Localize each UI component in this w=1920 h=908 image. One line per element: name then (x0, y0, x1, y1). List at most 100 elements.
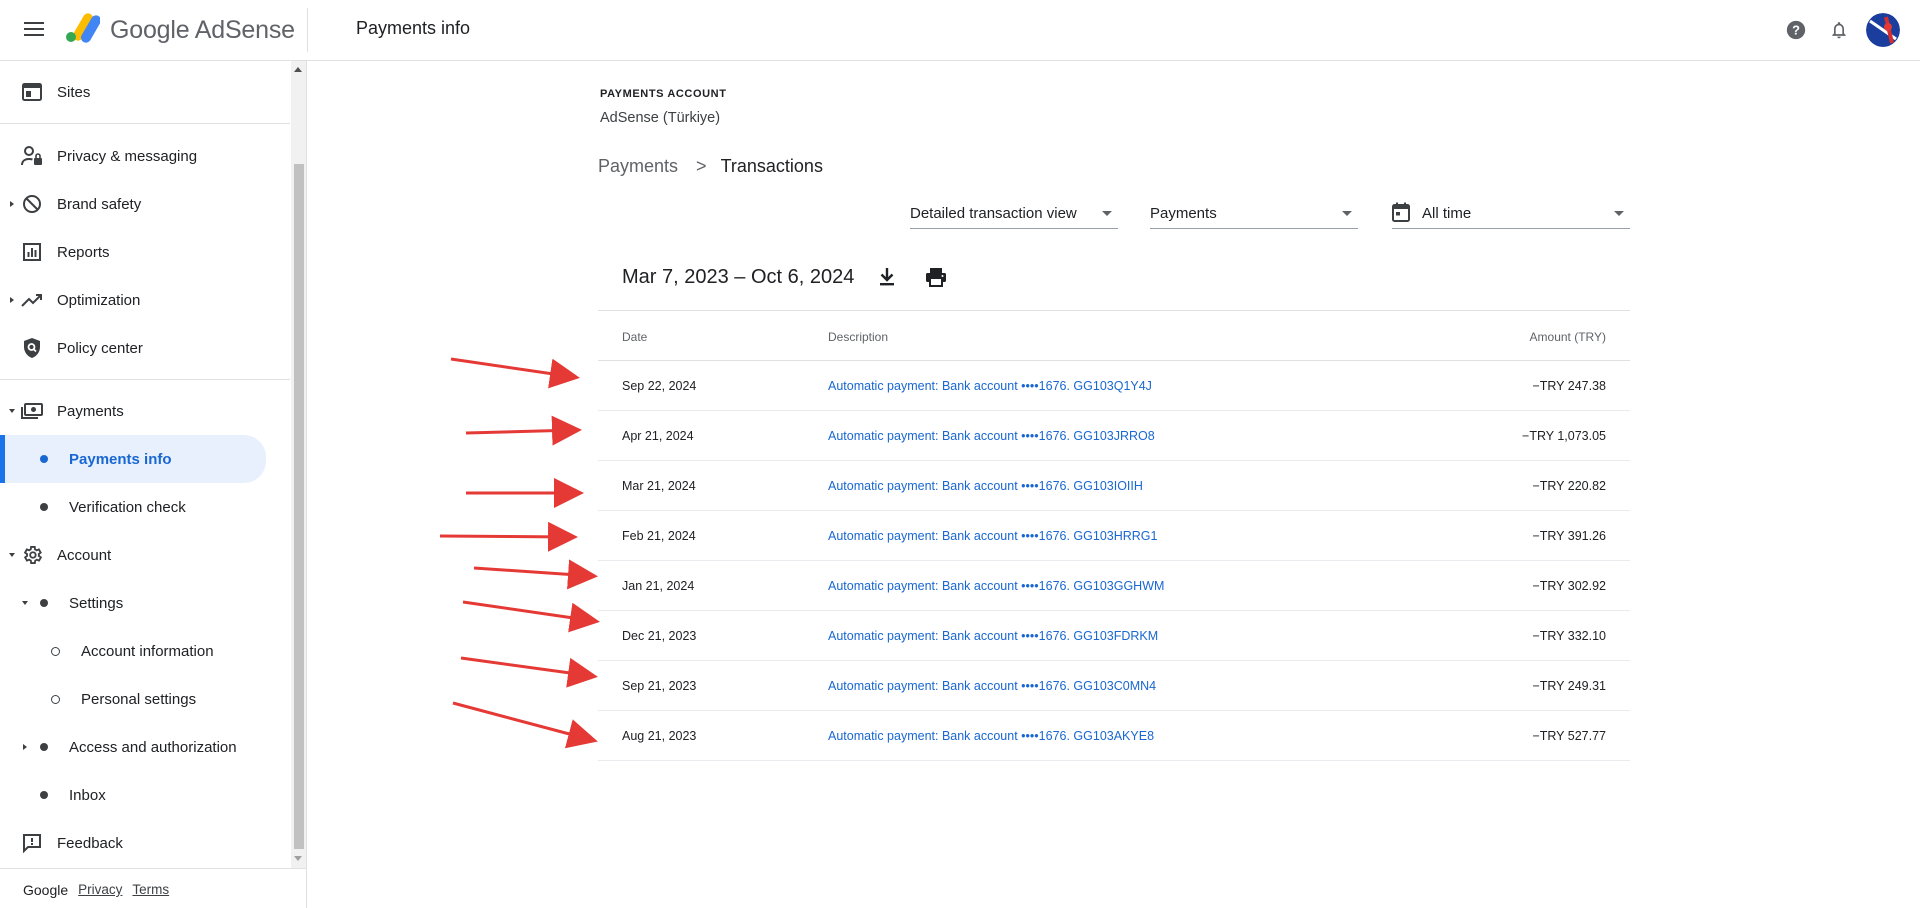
sidebar-item-account-information[interactable]: Account information (0, 629, 290, 673)
sidebar-item-label: Privacy & messaging (57, 147, 198, 165)
breadcrumb-separator: > (696, 156, 707, 176)
footer-brand: Google (23, 882, 69, 898)
row-description-link[interactable]: Automatic payment: Bank account ••••1676… (828, 629, 1158, 643)
table-row: Sep 22, 2024 Automatic payment: Bank acc… (598, 361, 1630, 411)
date-range-select[interactable]: All time (1392, 197, 1630, 229)
type-select-value: Payments (1150, 205, 1217, 222)
row-description-link[interactable]: Automatic payment: Bank account ••••1676… (828, 429, 1155, 443)
sidebar-item-account[interactable]: Account (0, 533, 290, 577)
sidebar-item-settings[interactable]: Settings (0, 581, 290, 625)
payments-icon (21, 400, 43, 422)
row-amount: −TRY 247.38 (1532, 379, 1606, 393)
privacy-link[interactable]: Privacy (78, 882, 122, 898)
scroll-down-arrow-icon[interactable] (294, 856, 302, 861)
row-date: Mar 21, 2024 (622, 479, 696, 493)
row-amount: −TRY 391.26 (1532, 529, 1606, 543)
page-title: Payments info (356, 18, 471, 38)
divider (0, 868, 307, 869)
expand-caret-icon[interactable] (10, 297, 14, 303)
sidebar-scrollbar-thumb[interactable] (294, 164, 304, 849)
download-icon[interactable] (878, 267, 896, 292)
ring-bullet-icon (51, 695, 60, 704)
divider (0, 379, 290, 380)
sidebar-item-label: Verification check (69, 498, 186, 516)
reports-icon (21, 241, 43, 263)
avatar[interactable] (1866, 13, 1900, 47)
sidebar-item-payments-info[interactable]: Payments info (0, 435, 266, 483)
expand-caret-icon[interactable] (23, 744, 27, 750)
sidebar-item-verification-check[interactable]: Verification check (0, 485, 290, 529)
breadcrumb-payments[interactable]: Payments (598, 156, 678, 177)
row-amount: −TRY 527.77 (1532, 729, 1606, 743)
bell-icon[interactable] (1826, 17, 1852, 43)
sidebar-item-label: Account (57, 546, 112, 564)
divider (0, 123, 290, 124)
sidebar-item-access-authorization[interactable]: Access and authorization (0, 725, 290, 769)
table-row: Mar 21, 2024 Automatic payment: Bank acc… (598, 461, 1630, 511)
sidebar-item-label: Reports (57, 243, 110, 261)
dropdown-arrow-icon (1614, 211, 1624, 216)
sidebar-item-label: Feedback (57, 834, 123, 852)
sidebar: Sites Privacy & messaging Brand safety R… (0, 61, 307, 908)
row-amount: −TRY 249.31 (1532, 679, 1606, 693)
collapse-caret-icon[interactable] (9, 553, 15, 557)
row-date: Apr 21, 2024 (622, 429, 694, 443)
sidebar-item-feedback[interactable]: Feedback (0, 821, 290, 865)
privacy-icon (21, 145, 43, 167)
sidebar-item-payments[interactable]: Payments (0, 389, 290, 433)
collapse-caret-icon[interactable] (22, 601, 28, 605)
print-icon[interactable] (925, 267, 947, 292)
scroll-up-arrow-icon[interactable] (294, 67, 302, 72)
sidebar-item-optimization[interactable]: Optimization (0, 278, 290, 322)
column-header-amount: Amount (TRY) (1529, 330, 1606, 344)
row-date: Jan 21, 2024 (622, 579, 695, 593)
brand-safety-icon (21, 193, 43, 215)
svg-text:?: ? (1792, 23, 1800, 38)
ring-bullet-icon (51, 647, 60, 656)
payments-account-name: AdSense (Türkiye) (600, 110, 721, 126)
terms-link[interactable]: Terms (132, 882, 169, 898)
sidebar-item-label: Sites (57, 83, 91, 101)
bullet-icon (40, 791, 48, 799)
row-date: Aug 21, 2023 (622, 729, 697, 743)
row-description-link[interactable]: Automatic payment: Bank account ••••1676… (828, 579, 1164, 593)
help-icon[interactable]: ? (1783, 17, 1809, 43)
divider (307, 8, 308, 52)
sidebar-item-reports[interactable]: Reports (0, 230, 290, 274)
row-amount: −TRY 1,073.05 (1522, 429, 1606, 443)
collapse-caret-icon[interactable] (9, 409, 15, 413)
calendar-icon (1392, 202, 1410, 226)
row-description-link[interactable]: Automatic payment: Bank account ••••1676… (828, 479, 1143, 493)
type-select[interactable]: Payments (1150, 197, 1358, 229)
sidebar-item-label: Personal settings (81, 690, 197, 708)
adsense-logo-icon (64, 12, 101, 44)
table-row: Feb 21, 2024 Automatic payment: Bank acc… (598, 511, 1630, 561)
sidebar-item-brand-safety[interactable]: Brand safety (0, 182, 290, 226)
sidebar-item-personal-settings[interactable]: Personal settings (0, 677, 290, 721)
view-select[interactable]: Detailed transaction view (910, 197, 1118, 229)
bullet-icon (40, 599, 48, 607)
expand-caret-icon[interactable] (10, 201, 14, 207)
policy-icon (21, 337, 43, 359)
sidebar-item-inbox[interactable]: Inbox (0, 773, 290, 817)
sidebar-item-privacy-messaging[interactable]: Privacy & messaging (0, 134, 290, 178)
sidebar-item-policy-center[interactable]: Policy center (0, 326, 290, 370)
row-description-link[interactable]: Automatic payment: Bank account ••••1676… (828, 729, 1154, 743)
date-range-heading: Mar 7, 2023 – Oct 6, 2024 (622, 266, 855, 288)
row-date: Sep 21, 2023 (622, 679, 697, 693)
row-description-link[interactable]: Automatic payment: Bank account ••••1676… (828, 529, 1157, 543)
menu-icon[interactable] (22, 19, 46, 39)
dropdown-arrow-icon (1102, 211, 1112, 216)
table-header: Date Description Amount (TRY) (598, 310, 1630, 361)
sites-icon (21, 81, 43, 103)
top-app-bar: Google AdSense Payments info ? (0, 0, 1920, 61)
row-description-link[interactable]: Automatic payment: Bank account ••••1676… (828, 379, 1152, 393)
table-row: Dec 21, 2023 Automatic payment: Bank acc… (598, 611, 1630, 661)
active-indicator (0, 435, 5, 483)
sidebar-item-sites[interactable]: Sites (0, 70, 290, 114)
column-header-date: Date (622, 330, 648, 344)
sidebar-item-label: Account information (81, 642, 214, 660)
sidebar-item-label: Policy center (57, 339, 143, 357)
product-name[interactable]: Google AdSense (110, 16, 295, 45)
row-description-link[interactable]: Automatic payment: Bank account ••••1676… (828, 679, 1156, 693)
